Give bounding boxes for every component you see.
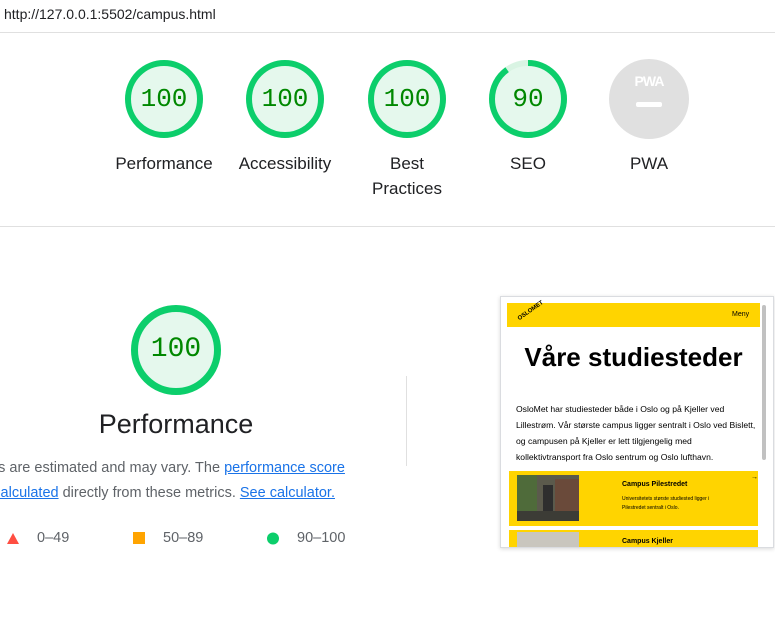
thumbnail-scrollbar xyxy=(762,305,766,460)
legend-average-range: 50–89 xyxy=(163,530,204,546)
average-square-icon xyxy=(133,532,145,544)
final-screenshot-thumbnail[interactable]: OSLOMET Meny Våre studiesteder OsloMet h… xyxy=(500,296,774,548)
oslomet-logo: OSLOMET xyxy=(516,300,545,322)
pwa-badge[interactable]: PWA xyxy=(609,59,689,139)
campus-card-text: Universitetets største studiested ligger… xyxy=(622,496,710,511)
column-divider xyxy=(406,376,407,466)
gauge-label-best-practices: Best Practices xyxy=(372,154,442,198)
campus-card-title: Campus Kjeller xyxy=(622,538,673,545)
campus-card: Campus Kjeller xyxy=(509,530,758,547)
performance-title: Performance xyxy=(98,409,254,439)
legend-pass-range: 90–100 xyxy=(297,530,346,546)
gauge-accessibility[interactable]: 100 xyxy=(245,59,325,139)
pwa-logo-icon: PWA xyxy=(634,73,665,89)
section-divider xyxy=(0,226,775,227)
gauge-label-accessibility: Accessibility xyxy=(238,154,332,173)
campus-card-title: Campus Pilestredet xyxy=(622,481,688,488)
fail-triangle-icon xyxy=(7,533,19,544)
address-bar[interactable]: http://127.0.0.1:5502/campus.html xyxy=(0,0,775,33)
campus-photo xyxy=(517,475,579,521)
site-title: Våre studiesteder xyxy=(524,342,743,372)
gauge-performance[interactable]: 100 xyxy=(124,59,204,139)
pass-circle-icon xyxy=(267,532,279,545)
gauge-score: 100 xyxy=(261,84,309,114)
calculated-link[interactable]: s calculated xyxy=(0,485,59,501)
gauge-score: 100 xyxy=(150,334,202,365)
gauge-label-seo: SEO xyxy=(510,154,546,173)
site-header: OSLOMET Meny xyxy=(507,300,760,327)
gauge-label-pwa: PWA xyxy=(629,154,669,173)
see-calculator-link[interactable]: See calculator. xyxy=(240,485,335,501)
performance-detail-gauge: 100 xyxy=(130,304,222,396)
gauge-score: 100 xyxy=(383,84,431,114)
performance-description: ues are estimated and may vary. The perf… xyxy=(0,456,382,506)
gauge-best-practices[interactable]: 100 xyxy=(367,59,447,139)
gauge-score: 90 xyxy=(512,84,544,114)
arrow-right-icon: → xyxy=(751,474,758,481)
campus-photo xyxy=(517,532,579,547)
campus-card: Campus Pilestredet Universitetets størst… xyxy=(509,471,758,526)
site-intro-text: OsloMet har studiesteder både i Oslo og … xyxy=(516,404,756,462)
site-menu-label: Meny xyxy=(732,311,750,318)
legend-fail-range: 0–49 xyxy=(37,530,70,546)
gauge-label-performance: Performance xyxy=(115,154,213,173)
pwa-dash-icon xyxy=(636,102,662,107)
url-text[interactable]: http://127.0.0.1:5502/campus.html xyxy=(4,6,216,22)
performance-score-link[interactable]: performance score xyxy=(224,460,345,476)
gauge-seo[interactable]: 90 xyxy=(488,59,568,139)
gauge-score: 100 xyxy=(140,84,188,114)
